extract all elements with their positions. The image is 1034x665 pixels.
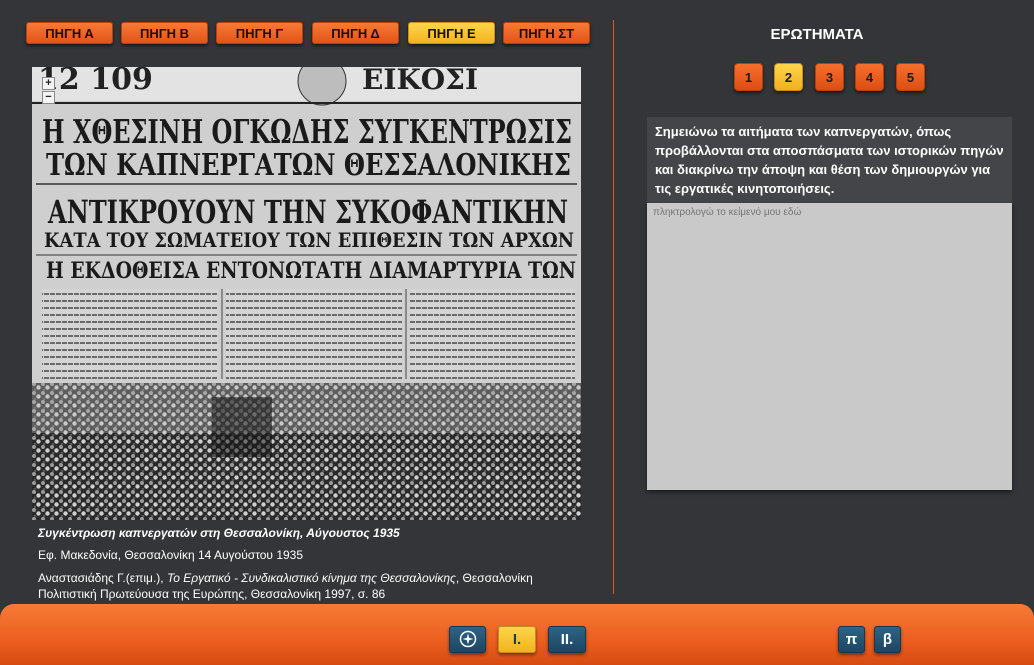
reference-title: Το Εργατικό - Συνδικαλιστικό κίνημα της … <box>166 571 456 585</box>
answer-textarea[interactable] <box>647 203 1012 490</box>
headline-1: Η ΧΘΕΣΙΝΗ ΟΓΚΩΔΗΣ ΣΥΓΚΕΝΤΡΩΣΙΣ <box>42 112 572 151</box>
question-3-button[interactable]: 3 <box>815 63 844 91</box>
caption-title: Συγκέντρωση καπνεργατών στη Θεσσαλονίκη,… <box>38 526 400 540</box>
newspaper-image[interactable]: 12 109 ΕΙΚΟΣΙ Η ΧΘΕΣΙΝΗ ΟΓΚΩΔΗΣ ΣΥΓΚΕΝΤΡ… <box>32 67 581 520</box>
tab-source-b[interactable]: ΠΗΓΗ Β <box>121 22 208 44</box>
vertical-divider <box>613 20 614 594</box>
beta-button[interactable]: β <box>874 626 901 653</box>
tab-source-d[interactable]: ΠΗΓΗ Δ <box>312 22 399 44</box>
compass-button[interactable] <box>449 626 486 653</box>
caption-source: Εφ. Μακεδονία, Θεσσαλονίκη 14 Αυγούστου … <box>38 548 304 562</box>
compass-icon <box>459 630 477 648</box>
tab-source-c[interactable]: ΠΗΓΗ Γ <box>216 22 303 44</box>
question-5-button[interactable]: 5 <box>896 63 925 91</box>
question-1-button[interactable]: 1 <box>734 63 763 91</box>
questions-title: ΕΡΩΤΗΜΑΤΑ <box>770 26 864 43</box>
question-4-button[interactable]: 4 <box>855 63 884 91</box>
tab-source-e[interactable]: ΠΗΓΗ Ε <box>408 22 495 44</box>
tab-source-st[interactable]: ΠΗΓΗ ΣΤ <box>503 22 590 44</box>
masthead-fragment: 12 109 <box>38 67 153 97</box>
section-i-button[interactable]: I. <box>498 626 536 653</box>
headline-3: ΑΝΤΙΚΡΟΥΟΥΝ ΤΗΝ ΣΥΚΟΦΑΝΤΙΚΗΝ <box>47 193 568 231</box>
zoom-in-button[interactable]: + <box>42 77 55 90</box>
headline-2: ΤΩΝ ΚΑΠΝΕΡΓΑΤΩΝ ΘΕΣΣΑΛΟΝΙΚΗΣ <box>46 148 571 183</box>
caption-reference: Αναστασιάδης Γ.(επιμ.), Το Εργατικό - Συ… <box>38 570 583 602</box>
masthead-fragment-2: ΕΙΚΟΣΙ <box>362 67 478 96</box>
headline-5: Η ΕΚΔΟΘΕΙΣΑ ΕΝΤΟΝΩΤΑΤΗ ΔΙΑΜΑΡΤΥΡΙΑ ΤΩΝ <box>46 258 576 284</box>
pi-button[interactable]: π <box>838 626 865 653</box>
question-2-button[interactable]: 2 <box>774 63 803 91</box>
headline-4: ΚΑΤΑ ΤΟΥ ΣΩΜΑΤΕΙΟΥ ΤΩΝ ΕΠΙΘΕΣΙΝ ΤΩΝ ΑΡΧΩ… <box>44 228 574 252</box>
question-prompt: Σημειώνω τα αιτήματα των καπνεργατών, όπ… <box>647 117 1012 203</box>
zoom-controls: + − <box>42 77 55 105</box>
tab-source-a[interactable]: ΠΗΓΗ Α <box>26 22 113 44</box>
zoom-out-button[interactable]: − <box>42 91 55 104</box>
reference-author: Αναστασιάδης Γ.(επιμ.), <box>38 571 167 585</box>
section-ii-button[interactable]: II. <box>548 626 586 653</box>
